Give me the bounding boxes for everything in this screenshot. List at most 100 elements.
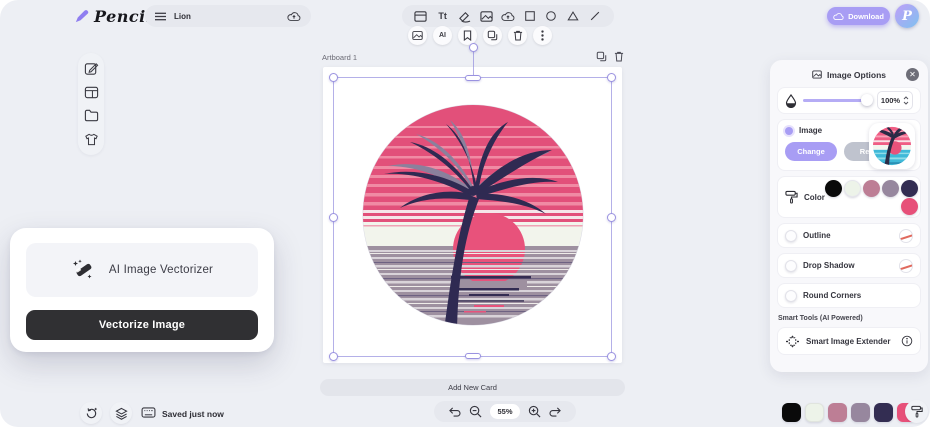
image-section-label: Image <box>799 126 822 135</box>
palette-swatch-2[interactable] <box>805 403 824 422</box>
panel-header: Image Options ✕ <box>777 67 921 82</box>
outline-row: Outline <box>777 223 921 248</box>
download-label: Download <box>848 12 884 21</box>
image-options-icon <box>812 70 822 79</box>
resize-handle-sw[interactable] <box>329 352 338 361</box>
history-button[interactable] <box>80 402 102 424</box>
artboard-actions <box>596 51 624 62</box>
palette-swatch-4[interactable] <box>851 403 870 422</box>
resize-handle-w[interactable] <box>329 213 338 222</box>
rectangle-tool-icon[interactable] <box>521 7 539 25</box>
user-avatar[interactable]: P <box>895 4 919 28</box>
document-color-palette <box>782 403 916 422</box>
color-section: Color <box>777 176 921 218</box>
templates-icon[interactable] <box>84 85 99 100</box>
more-options-button[interactable] <box>533 26 552 45</box>
layers-button[interactable] <box>110 402 132 424</box>
color-swatch-3[interactable] <box>863 180 880 197</box>
artboard-label[interactable]: Artboard 1 <box>322 53 357 62</box>
download-button[interactable]: Download <box>827 7 890 25</box>
opacity-value-box[interactable]: 100% <box>877 91 913 110</box>
replace-image-button[interactable] <box>408 26 427 45</box>
zoom-level[interactable]: 55% <box>490 404 520 419</box>
undo-icon[interactable] <box>448 406 461 417</box>
image-section: Image Change Reset <box>777 119 921 171</box>
stepper-down-icon[interactable] <box>903 101 909 105</box>
color-swatch-5[interactable] <box>901 180 918 197</box>
duplicate-button[interactable] <box>483 26 502 45</box>
outline-nocolor-icon[interactable] <box>899 229 913 243</box>
pencil-logo-icon <box>74 9 89 24</box>
edit-icon[interactable] <box>84 61 99 76</box>
vectorize-image-button[interactable]: Vectorize Image <box>26 310 258 340</box>
image-tool-icon[interactable] <box>477 7 495 25</box>
document-name-bar[interactable]: Lion <box>145 5 311 27</box>
thumbnail-art <box>871 125 913 167</box>
redo-icon[interactable] <box>549 406 562 417</box>
smart-tools-heading: Smart Tools (AI Powered) <box>777 313 921 322</box>
stepper-up-icon[interactable] <box>903 96 909 100</box>
save-status: Saved just now <box>162 409 224 419</box>
recolor-button[interactable] <box>905 400 928 423</box>
document-name[interactable]: Lion <box>174 12 279 21</box>
layout-tool-icon[interactable] <box>412 7 430 25</box>
pen-tool-icon[interactable] <box>455 7 473 25</box>
menu-icon[interactable] <box>155 12 166 21</box>
round-corners-row: Round Corners <box>777 283 921 308</box>
add-new-card-button[interactable]: Add New Card <box>320 379 625 396</box>
info-icon[interactable] <box>901 335 913 347</box>
resize-handle-se[interactable] <box>607 352 616 361</box>
selection-box[interactable] <box>333 77 612 357</box>
outline-label: Outline <box>803 231 831 240</box>
color-swatch-6[interactable] <box>901 198 918 215</box>
resize-handle-n[interactable] <box>465 75 481 81</box>
original-image-thumbnail[interactable] <box>869 123 915 169</box>
outline-toggle[interactable] <box>785 230 797 242</box>
palette-swatch-5[interactable] <box>874 403 893 422</box>
palette-swatch-3[interactable] <box>828 403 847 422</box>
palette-swatch-1[interactable] <box>782 403 801 422</box>
rotate-handle[interactable] <box>469 43 478 52</box>
left-sidebar <box>78 53 104 155</box>
opacity-slider[interactable] <box>803 99 871 102</box>
resize-handle-nw[interactable] <box>329 73 338 82</box>
delete-artboard-icon[interactable] <box>614 51 624 62</box>
resize-handle-ne[interactable] <box>607 73 616 82</box>
round-corners-toggle[interactable] <box>785 290 797 302</box>
round-corners-label: Round Corners <box>803 291 861 300</box>
opacity-value: 100% <box>881 96 900 105</box>
duplicate-artboard-icon[interactable] <box>596 51 607 62</box>
smart-extender-row[interactable]: Smart Image Extender <box>777 327 921 355</box>
smart-extender-label: Smart Image Extender <box>806 337 890 346</box>
ai-tools-button[interactable]: AI <box>433 26 452 45</box>
zoom-out-icon[interactable] <box>469 405 482 418</box>
text-tool-icon[interactable]: Tt <box>434 7 452 25</box>
color-swatch-4[interactable] <box>882 180 899 197</box>
ellipse-tool-icon[interactable] <box>542 7 560 25</box>
resize-handle-e[interactable] <box>607 213 616 222</box>
image-extender-icon <box>785 335 800 348</box>
resize-handle-s[interactable] <box>465 353 481 359</box>
drop-shadow-row: Drop Shadow <box>777 253 921 278</box>
change-image-button[interactable]: Change <box>785 142 837 161</box>
opacity-slider-thumb[interactable] <box>861 94 873 106</box>
close-panel-icon[interactable]: ✕ <box>906 68 919 81</box>
triangle-tool-icon[interactable] <box>564 7 582 25</box>
line-tool-icon[interactable] <box>586 7 604 25</box>
keyboard-shortcuts-icon[interactable] <box>141 407 156 418</box>
opacity-steppers[interactable] <box>903 96 909 105</box>
cloud-download-icon <box>833 12 844 21</box>
delete-button[interactable] <box>508 26 527 45</box>
cloud-sync-icon[interactable] <box>287 11 301 22</box>
upload-tool-icon[interactable] <box>499 7 517 25</box>
drop-shadow-toggle[interactable] <box>785 260 797 272</box>
vectorizer-popup: AI Image Vectorizer Vectorize Image <box>10 228 274 352</box>
color-swatch-1[interactable] <box>825 180 842 197</box>
files-icon[interactable] <box>84 108 99 123</box>
zoom-in-icon[interactable] <box>528 405 541 418</box>
color-section-label: Color <box>804 193 825 202</box>
apparel-icon[interactable] <box>84 132 99 147</box>
drop-shadow-nocolor-icon[interactable] <box>899 259 913 273</box>
color-swatch-2[interactable] <box>844 180 861 197</box>
history-icon <box>85 407 98 420</box>
